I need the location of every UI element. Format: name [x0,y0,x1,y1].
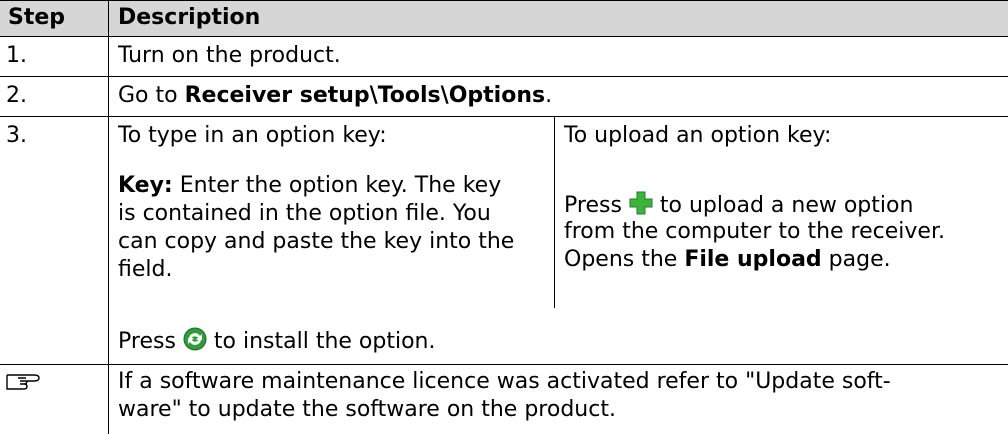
left-line-3: can copy and paste the key into the [118,229,515,254]
left-line-1: Key: Enter the option key. The key [118,173,502,198]
inner-column-divider [554,116,555,308]
note-line-1: If a software maintenance licence was ac… [118,369,891,394]
left-line-2: is contained in the option file. You [118,201,491,226]
key-label: Key: [118,173,173,198]
header-step: Step [8,5,66,30]
row-1-step: 1. [6,43,27,68]
row-3-step: 3. [6,123,27,148]
right-title: To upload an option key: [564,123,832,148]
left-title: To type in an option key: [118,123,387,148]
right-line-2: from the computer to the receiver. [564,219,945,244]
file-upload-label: File upload [684,247,822,272]
column-divider [108,0,109,434]
rule [0,0,1008,1]
pointing-hand-icon [4,367,44,397]
steps-table: Step Description 1. Turn on the product.… [0,0,1008,434]
row-2-text: Go to Receiver setup\Tools\Options. [118,83,553,108]
rule [0,364,1008,365]
header-description: Description [118,5,261,30]
install-icon [182,326,208,360]
install-line: Press to install the option. [118,326,436,360]
note-line-2: ware" to update the software on the prod… [118,397,616,422]
rule [0,36,1008,37]
row-1-text: Turn on the product. [118,43,341,68]
rule [0,76,1008,77]
right-line-3: Opens the File upload page. [564,247,891,272]
rule [0,116,1008,117]
menu-path: Receiver setup\Tools\Options [184,83,546,108]
row-2-step: 2. [6,83,27,108]
left-line-4: field. [118,257,173,282]
